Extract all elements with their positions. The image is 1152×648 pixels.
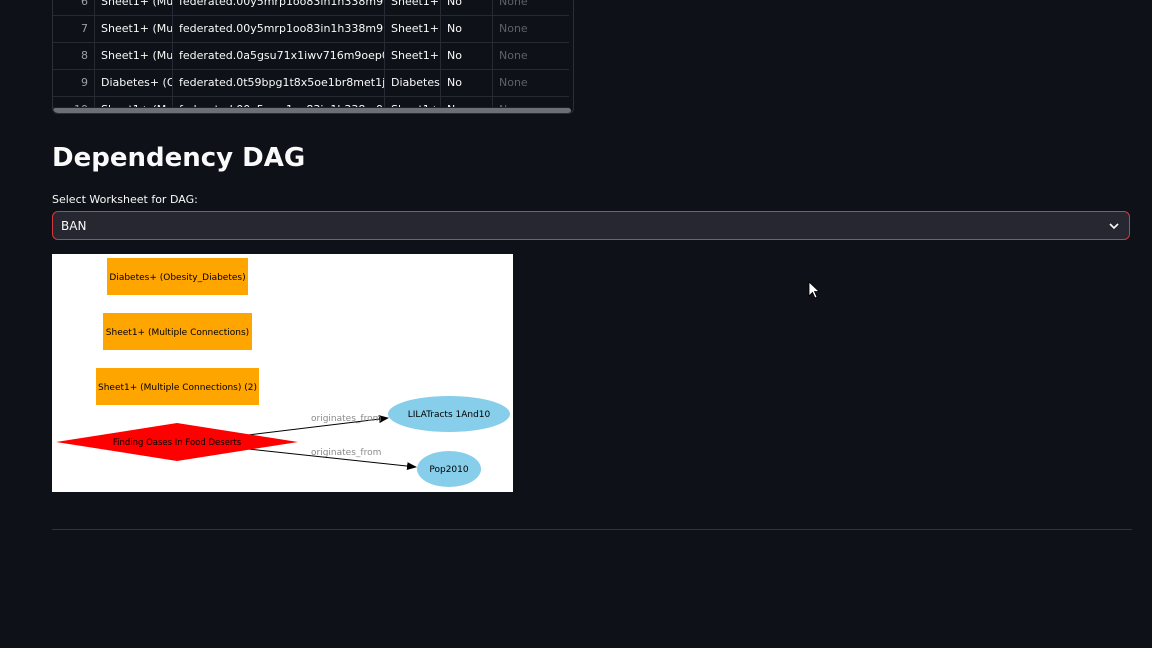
table-row: 7 Sheet1+ (Multiple federated.00y5mrp1oo… — [53, 15, 569, 43]
table-cell[interactable]: Sheet1+ (Multiple — [95, 42, 173, 69]
worksheet-select[interactable]: BAN — [52, 211, 1130, 240]
chevron-down-icon — [1109, 223, 1119, 230]
table-cell[interactable]: None — [493, 69, 569, 96]
section-title: Dependency DAG — [52, 143, 306, 173]
table-cell[interactable]: Sheet1+ (Multiple — [95, 15, 173, 42]
edge-label: originates_from — [311, 448, 381, 458]
table-cell[interactable]: Diabetes+ (Obes — [95, 69, 173, 96]
table-cell[interactable]: Sheet1+ (M — [385, 0, 441, 15]
table-cell[interactable]: No — [441, 0, 493, 15]
table-row: 8 Sheet1+ (Multiple federated.0a5gsu71x1… — [53, 42, 569, 70]
table-cell[interactable]: Sheet1+ (M — [385, 15, 441, 42]
scrollbar-thumb[interactable] — [53, 108, 571, 113]
row-index: 8 — [53, 42, 95, 69]
table-cell[interactable]: No — [441, 42, 493, 69]
table-cell[interactable]: Sheet1+ (M — [385, 42, 441, 69]
table-cell[interactable]: federated.0t59bpg1t8x5oe1br8met1j7b8ip — [173, 69, 385, 96]
node-label: Sheet1+ (Multiple Connections) — [106, 328, 249, 338]
table-row: 9 Diabetes+ (Obes federated.0t59bpg1t8x5… — [53, 69, 569, 97]
table-cell[interactable]: federated.00y5mrp1oo83in1h338m916zv459 — [173, 0, 385, 15]
divider — [52, 529, 1132, 530]
table-cell[interactable]: None — [493, 0, 569, 15]
horizontal-scrollbar[interactable] — [53, 107, 571, 113]
table-cell[interactable]: None — [493, 42, 569, 69]
row-index: 9 — [53, 69, 95, 96]
row-index: 6 — [53, 0, 95, 15]
table-cell[interactable]: None — [493, 15, 569, 42]
table-cell[interactable]: No — [441, 15, 493, 42]
table-cell[interactable]: Diabetes+ ( — [385, 69, 441, 96]
table-cell[interactable]: federated.0a5gsu71x1iwv716m9oep09uul5m — [173, 42, 385, 69]
select-label: Select Worksheet for DAG: — [52, 193, 198, 206]
dag-graph: Diabetes+ (Obesity_Diabetes) Sheet1+ (Mu… — [52, 254, 513, 492]
table-cell[interactable]: federated.00y5mrp1oo83in1h338m916zv459 — [173, 15, 385, 42]
node-label: Finding Oases In Food Deserts — [113, 438, 242, 448]
node-label: LILATracts 1And10 — [408, 410, 491, 420]
select-value: BAN — [61, 219, 87, 233]
edge-label: originates_from — [311, 414, 381, 424]
node-label: Diabetes+ (Obesity_Diabetes) — [109, 273, 245, 283]
node-label: Pop2010 — [429, 465, 469, 475]
table-row: 6 Sheet1+ (Multiple federated.00y5mrp1oo… — [53, 0, 569, 16]
table-cell[interactable]: No — [441, 69, 493, 96]
row-index: 7 — [53, 15, 95, 42]
node-label: Sheet1+ (Multiple Connections) (2) — [98, 383, 257, 393]
table-cell[interactable]: Sheet1+ (Multiple — [95, 0, 173, 15]
mouse-cursor-icon — [808, 281, 820, 299]
data-table[interactable]: 6 Sheet1+ (Multiple federated.00y5mrp1oo… — [52, 0, 574, 114]
